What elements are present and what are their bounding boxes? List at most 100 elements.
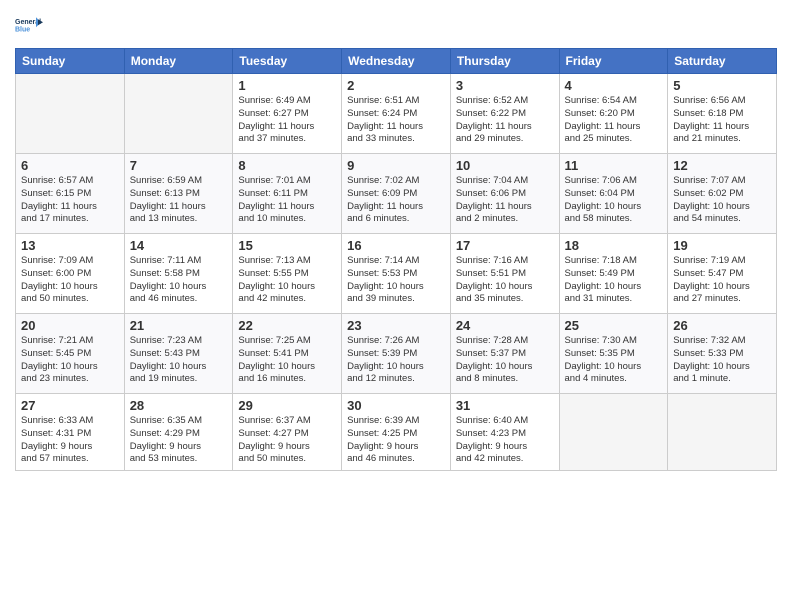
day-info: Sunrise: 6:52 AM Sunset: 6:22 PM Dayligh… [456,95,554,146]
day-info: Sunrise: 7:13 AM Sunset: 5:55 PM Dayligh… [238,255,336,306]
day-number: 28 [130,398,228,413]
day-info: Sunrise: 7:19 AM Sunset: 5:47 PM Dayligh… [673,255,771,306]
col-header-sunday: Sunday [16,49,125,74]
day-number: 4 [565,78,663,93]
calendar-cell: 12Sunrise: 7:07 AM Sunset: 6:02 PM Dayli… [668,154,777,234]
day-number: 2 [347,78,445,93]
calendar-cell: 9 Sunrise: 7:02 AM Sunset: 6:09 PM Daylig… [342,154,451,234]
col-header-friday: Friday [559,49,668,74]
day-info: Sunrise: 6:57 AM Sunset: 6:15 PM Dayligh… [21,175,119,226]
calendar-cell: 27 Sunrise: 6:33 AM Sunset: 4:31 PM Dayli… [16,394,125,471]
day-info: Sunrise: 6:33 AM Sunset: 4:31 PM Dayligh… [21,415,119,466]
day-number: 10 [456,158,554,173]
day-info: Sunrise: 6:59 AM Sunset: 6:13 PM Dayligh… [130,175,228,226]
day-info: Sunrise: 7:11 AM Sunset: 5:58 PM Dayligh… [130,255,228,306]
calendar-week-3: 20 Sunrise: 7:21 AM Sunset: 5:45 PM Dayli… [16,314,777,394]
day-info: Sunrise: 7:06 AM Sunset: 6:04 PM Dayligh… [565,175,663,226]
day-info: Sunrise: 7:30 AM Sunset: 5:35 PM Dayligh… [565,335,663,386]
day-number: 24 [456,318,554,333]
calendar-cell: 7 Sunrise: 6:59 AM Sunset: 6:13 PM Daylig… [124,154,233,234]
logo: GeneralBlue [15,10,45,40]
day-info: Sunrise: 6:40 AM Sunset: 4:23 PM Dayligh… [456,415,554,466]
col-header-wednesday: Wednesday [342,49,451,74]
calendar-cell: 14 Sunrise: 7:11 AM Sunset: 5:58 PM Dayli… [124,234,233,314]
calendar-cell: 30 Sunrise: 6:39 AM Sunset: 4:25 PM Dayli… [342,394,451,471]
day-number: 13 [21,238,119,253]
day-info: Sunrise: 7:23 AM Sunset: 5:43 PM Dayligh… [130,335,228,386]
day-info: Sunrise: 6:39 AM Sunset: 4:25 PM Dayligh… [347,415,445,466]
day-number: 1 [238,78,336,93]
calendar-cell: 3 Sunrise: 6:52 AM Sunset: 6:22 PM Daylig… [450,74,559,154]
calendar-cell: 19 Sunrise: 7:19 AM Sunset: 5:47 PM Dayli… [668,234,777,314]
calendar-week-2: 13 Sunrise: 7:09 AM Sunset: 6:00 PM Dayli… [16,234,777,314]
day-number: 5 [673,78,771,93]
day-number: 30 [347,398,445,413]
day-info: Sunrise: 6:51 AM Sunset: 6:24 PM Dayligh… [347,95,445,146]
day-number: 7 [130,158,228,173]
calendar-table: SundayMondayTuesdayWednesdayThursdayFrid… [15,48,777,471]
calendar-cell [124,74,233,154]
calendar-cell: 1Sunrise: 6:49 AM Sunset: 6:27 PM Daylig… [233,74,342,154]
calendar-cell: 21 Sunrise: 7:23 AM Sunset: 5:43 PM Dayli… [124,314,233,394]
day-info: Sunrise: 6:54 AM Sunset: 6:20 PM Dayligh… [565,95,663,146]
calendar-cell: 15 Sunrise: 7:13 AM Sunset: 5:55 PM Dayli… [233,234,342,314]
day-info: Sunrise: 7:04 AM Sunset: 6:06 PM Dayligh… [456,175,554,226]
calendar-header-row: SundayMondayTuesdayWednesdayThursdayFrid… [16,49,777,74]
calendar-cell: 13 Sunrise: 7:09 AM Sunset: 6:00 PM Dayli… [16,234,125,314]
header: GeneralBlue [15,10,777,40]
day-info: Sunrise: 7:09 AM Sunset: 6:00 PM Dayligh… [21,255,119,306]
day-number: 21 [130,318,228,333]
day-info: Sunrise: 7:02 AM Sunset: 6:09 PM Dayligh… [347,175,445,226]
day-info: Sunrise: 7:28 AM Sunset: 5:37 PM Dayligh… [456,335,554,386]
day-info: Sunrise: 7:25 AM Sunset: 5:41 PM Dayligh… [238,335,336,386]
calendar-cell [668,394,777,471]
calendar-cell: 6 Sunrise: 6:57 AM Sunset: 6:15 PM Daylig… [16,154,125,234]
day-number: 31 [456,398,554,413]
calendar-cell: 10 Sunrise: 7:04 AM Sunset: 6:06 PM Dayli… [450,154,559,234]
col-header-monday: Monday [124,49,233,74]
calendar-cell: 23Sunrise: 7:26 AM Sunset: 5:39 PM Dayli… [342,314,451,394]
day-number: 16 [347,238,445,253]
day-info: Sunrise: 7:14 AM Sunset: 5:53 PM Dayligh… [347,255,445,306]
calendar-cell: 8 Sunrise: 7:01 AM Sunset: 6:11 PM Daylig… [233,154,342,234]
day-number: 17 [456,238,554,253]
day-info: Sunrise: 7:01 AM Sunset: 6:11 PM Dayligh… [238,175,336,226]
day-number: 18 [565,238,663,253]
day-info: Sunrise: 7:18 AM Sunset: 5:49 PM Dayligh… [565,255,663,306]
day-info: Sunrise: 7:07 AM Sunset: 6:02 PM Dayligh… [673,175,771,226]
calendar-cell: 24 Sunrise: 7:28 AM Sunset: 5:37 PM Dayli… [450,314,559,394]
day-info: Sunrise: 7:21 AM Sunset: 5:45 PM Dayligh… [21,335,119,386]
day-number: 20 [21,318,119,333]
day-number: 25 [565,318,663,333]
calendar-cell: 25 Sunrise: 7:30 AM Sunset: 5:35 PM Dayli… [559,314,668,394]
day-number: 8 [238,158,336,173]
day-number: 27 [21,398,119,413]
day-number: 19 [673,238,771,253]
day-info: Sunrise: 6:56 AM Sunset: 6:18 PM Dayligh… [673,95,771,146]
svg-text:Blue: Blue [15,26,30,33]
calendar-cell: 17 Sunrise: 7:16 AM Sunset: 5:51 PM Dayli… [450,234,559,314]
day-info: Sunrise: 7:26 AM Sunset: 5:39 PM Dayligh… [347,335,445,386]
day-number: 15 [238,238,336,253]
calendar-week-0: 1Sunrise: 6:49 AM Sunset: 6:27 PM Daylig… [16,74,777,154]
day-number: 14 [130,238,228,253]
calendar-cell: 29Sunrise: 6:37 AM Sunset: 4:27 PM Dayli… [233,394,342,471]
day-info: Sunrise: 7:32 AM Sunset: 5:33 PM Dayligh… [673,335,771,386]
calendar-cell: 28Sunrise: 6:35 AM Sunset: 4:29 PM Dayli… [124,394,233,471]
calendar-cell: 4 Sunrise: 6:54 AM Sunset: 6:20 PM Daylig… [559,74,668,154]
day-number: 29 [238,398,336,413]
day-number: 9 [347,158,445,173]
calendar-cell [16,74,125,154]
col-header-thursday: Thursday [450,49,559,74]
logo-icon: GeneralBlue [15,10,45,40]
calendar-cell: 18 Sunrise: 7:18 AM Sunset: 5:49 PM Dayli… [559,234,668,314]
day-number: 11 [565,158,663,173]
day-info: Sunrise: 7:16 AM Sunset: 5:51 PM Dayligh… [456,255,554,306]
col-header-saturday: Saturday [668,49,777,74]
day-number: 6 [21,158,119,173]
calendar-cell: 20 Sunrise: 7:21 AM Sunset: 5:45 PM Dayli… [16,314,125,394]
day-number: 3 [456,78,554,93]
calendar-cell: 22Sunrise: 7:25 AM Sunset: 5:41 PM Dayli… [233,314,342,394]
day-number: 26 [673,318,771,333]
calendar-cell: 16 Sunrise: 7:14 AM Sunset: 5:53 PM Dayli… [342,234,451,314]
